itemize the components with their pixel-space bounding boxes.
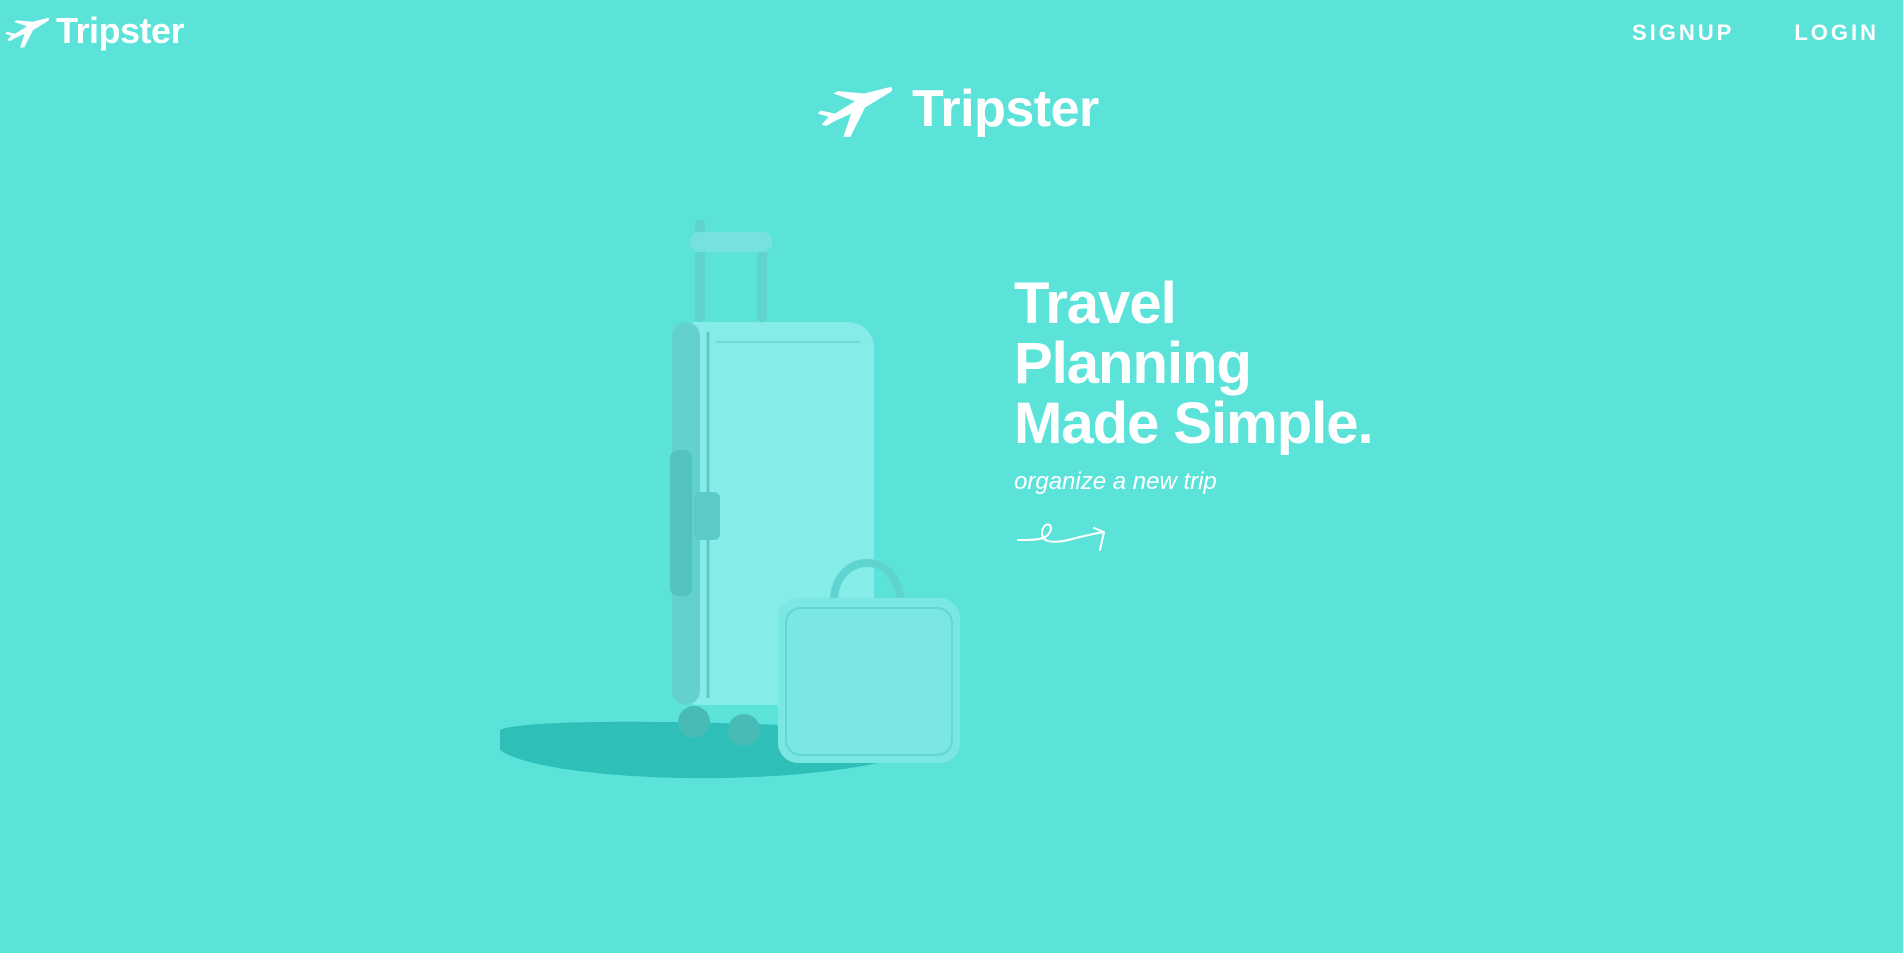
login-link[interactable]: LOGIN bbox=[1794, 20, 1879, 46]
center-brand-name: Tripster bbox=[912, 80, 1099, 138]
hero-heading: Travel Planning Made Simple. bbox=[1014, 271, 1374, 456]
brand-name: Tripster bbox=[56, 10, 185, 51]
top-nav: SIGNUP LOGIN bbox=[1632, 20, 1879, 46]
small-bag bbox=[778, 598, 960, 763]
hero-heading-line-1: Travel bbox=[1014, 271, 1177, 336]
trolley-handle bbox=[690, 220, 772, 322]
center-logo: Tripster bbox=[812, 78, 1099, 140]
hand-drawn-arrow-icon[interactable] bbox=[1014, 518, 1114, 568]
wheel bbox=[678, 706, 710, 738]
brand-logo[interactable]: Tripster bbox=[4, 10, 185, 52]
hero-heading-line-3: Made Simple. bbox=[1014, 391, 1374, 456]
signup-link[interactable]: SIGNUP bbox=[1632, 20, 1734, 46]
hero-heading-line-2: Planning bbox=[1014, 331, 1252, 396]
airplane-icon bbox=[4, 17, 50, 48]
airplane-icon bbox=[817, 86, 893, 137]
hero-text: Travel Planning Made Simple. organize a … bbox=[1014, 271, 1374, 568]
luggage-illustration bbox=[500, 220, 960, 779]
organize-trip-link[interactable]: organize a new trip bbox=[1014, 468, 1217, 496]
wheel bbox=[728, 714, 760, 746]
